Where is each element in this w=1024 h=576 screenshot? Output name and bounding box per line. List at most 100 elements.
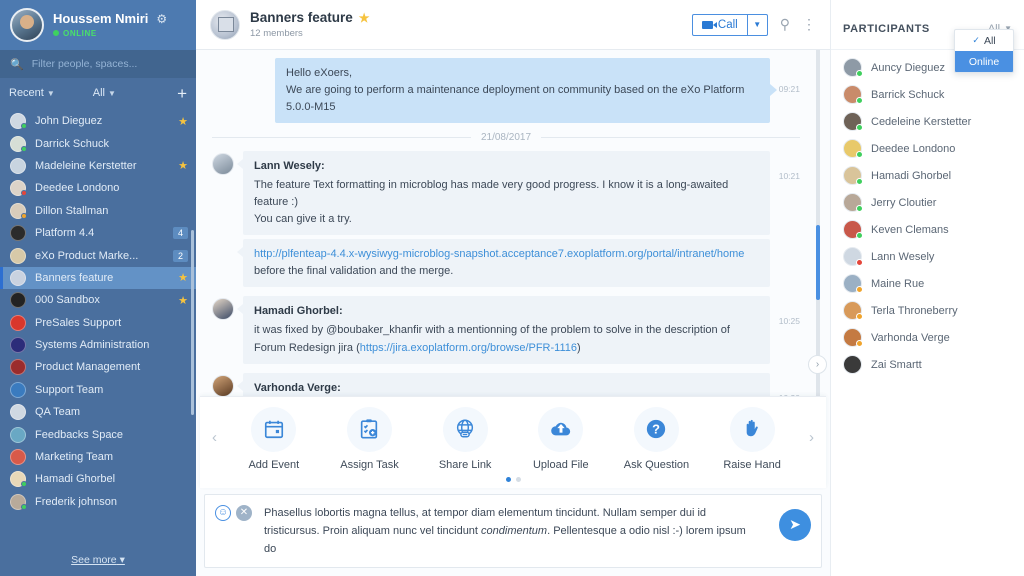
- carousel-prev-button[interactable]: ‹: [212, 429, 217, 446]
- participants-title: PARTICIPANTS: [843, 22, 930, 35]
- see-more-button[interactable]: See more ▾: [0, 548, 196, 576]
- presence-dot-icon: [856, 178, 863, 185]
- sidebar-item-qa-team[interactable]: QA Team: [0, 401, 196, 423]
- message-input[interactable]: Phasellus lobortis magna tellus, at temp…: [264, 504, 811, 558]
- sidebar-item-deedee-londono[interactable]: Deedee Londono: [0, 177, 196, 199]
- action-upload-file[interactable]: Upload File: [515, 406, 607, 471]
- star-icon[interactable]: ★: [178, 159, 188, 172]
- emoji-smiley-icon[interactable]: ☺: [215, 504, 231, 521]
- sidebar-item-support-team[interactable]: Support Team: [0, 379, 196, 401]
- gear-icon[interactable]: ⚙: [156, 12, 167, 27]
- participant-row[interactable]: Varhonda Verge: [831, 324, 1024, 351]
- sidebar-item-frederik-johnson[interactable]: Frederik johnson: [0, 491, 196, 513]
- add-conversation-button[interactable]: +: [177, 85, 187, 102]
- dropdown-option-all[interactable]: ✓ All: [955, 30, 1013, 51]
- action-raise-hand[interactable]: Raise Hand: [706, 406, 798, 471]
- action-share-link[interactable]: Share Link: [419, 406, 511, 471]
- sidebar-item-darrick-schuck[interactable]: Darrick Schuck: [0, 132, 196, 154]
- participant-row[interactable]: Hamadi Ghorbel: [831, 162, 1024, 189]
- sidebar-item-label: Platform 4.4: [35, 227, 95, 240]
- presence-dot-icon: [856, 259, 863, 266]
- avatar: [10, 157, 26, 174]
- carousel-dot[interactable]: [515, 476, 521, 482]
- sidebar-item-platform-4-4[interactable]: Platform 4.4 4: [0, 222, 196, 244]
- message-row: Hamadi Ghorbel: it was fixed by @boubake…: [212, 296, 800, 364]
- call-button-group[interactable]: Call ▼: [691, 13, 768, 36]
- action-label: Share Link: [438, 458, 492, 471]
- carousel-next-button[interactable]: ›: [809, 429, 814, 446]
- avatar: [843, 139, 863, 158]
- avatar: [212, 153, 234, 176]
- message-list[interactable]: Hello eXoers, We are going to perform a …: [196, 50, 830, 396]
- sidebar-item-exo-product-marke[interactable]: eXo Product Marke... 2: [0, 244, 196, 266]
- participant-row[interactable]: Keven Clemans: [831, 216, 1024, 243]
- chat-scrollbar-track[interactable]: [816, 50, 820, 396]
- call-options-caret[interactable]: ▼: [747, 13, 768, 36]
- composer-area: ☺ ✕ Phasellus lobortis magna tellus, at …: [196, 487, 830, 576]
- avatar: [843, 58, 863, 77]
- chevron-right-icon[interactable]: ›: [808, 355, 827, 374]
- action-assign-task[interactable]: Assign Task: [323, 406, 415, 471]
- send-arrow-icon[interactable]: ➤: [779, 508, 811, 541]
- avatar: [843, 247, 863, 266]
- conversation-list[interactable]: John Dieguez ★ Darrick Schuck Madeleine Ker…: [0, 108, 196, 548]
- star-icon[interactable]: ★: [359, 11, 370, 26]
- sidebar-search[interactable]: 🔍: [0, 50, 196, 78]
- member-count: 12 members: [250, 27, 303, 39]
- action-add-event[interactable]: Add Event: [228, 406, 320, 471]
- participants-filter-dropdown[interactable]: ✓ All Online: [954, 29, 1014, 73]
- participant-row[interactable]: Lann Wesely: [831, 243, 1024, 270]
- call-button[interactable]: Call: [691, 13, 748, 36]
- sidebar-item-systems-administration[interactable]: Systems Administration: [0, 334, 196, 356]
- participant-row[interactable]: Barrick Schuck: [831, 81, 1024, 108]
- carousel-dot[interactable]: [505, 476, 511, 482]
- participant-row[interactable]: Jerry Cloutier: [831, 189, 1024, 216]
- sidebar-item-marketing-team[interactable]: Marketing Team: [0, 446, 196, 468]
- sidebar-item-hamadi-ghorbel[interactable]: Hamadi Ghorbel: [0, 468, 196, 490]
- sidebar-item-banners-feature[interactable]: Banners feature ★: [0, 266, 196, 290]
- participant-name: Deedee Londono: [871, 142, 956, 155]
- sidebar-item-label: Madeleine Kerstetter: [35, 159, 137, 172]
- sidebar-item-presales-support[interactable]: PreSales Support: [0, 312, 196, 334]
- participant-row[interactable]: Zai Smartt: [831, 351, 1024, 378]
- participant-row[interactable]: Cedeleine Kerstetter: [831, 108, 1024, 135]
- chevron-down-icon: ▼: [108, 88, 116, 98]
- sidebar-item-dillon-stallman[interactable]: Dillon Stallman: [0, 200, 196, 222]
- participant-row[interactable]: Deedee Londono: [831, 135, 1024, 162]
- clear-x-icon[interactable]: ✕: [236, 504, 252, 521]
- incoming-message-bubble: Lann Wesely: The feature Text formatting…: [237, 151, 770, 236]
- carousel-dots[interactable]: [200, 476, 826, 482]
- participant-row[interactable]: Maine Rue: [831, 270, 1024, 297]
- sidebar-item-product-management[interactable]: Product Management: [0, 356, 196, 378]
- message-author: Lann Wesely:: [254, 160, 325, 173]
- search-input[interactable]: [31, 58, 186, 70]
- sidebar-item-000-sandbox[interactable]: 000 Sandbox ★: [0, 289, 196, 311]
- participants-list[interactable]: Auncy Dieguez Barrick Schuck Cedeleine Ker…: [831, 50, 1024, 576]
- all-filter[interactable]: All ▼: [93, 87, 116, 99]
- presence-dot-icon: [856, 97, 863, 104]
- search-icon[interactable]: ⚲: [780, 16, 790, 33]
- chat-scrollbar-thumb[interactable]: [816, 225, 820, 300]
- star-icon[interactable]: ★: [178, 294, 188, 307]
- sidebar-item-feedbacks-space[interactable]: Feedbacks Space: [0, 423, 196, 445]
- sidebar-user-header[interactable]: Houssem Nmiri ⚙ ONLINE: [0, 0, 196, 50]
- action-label: Upload File: [532, 458, 589, 471]
- participant-name: Lann Wesely: [871, 250, 935, 263]
- kebab-menu-icon[interactable]: ⋮: [802, 16, 816, 33]
- avatar: [843, 193, 863, 212]
- star-icon[interactable]: ★: [178, 271, 188, 284]
- sidebar-item-john-dieguez[interactable]: John Dieguez ★: [0, 110, 196, 132]
- avatar: [843, 220, 863, 239]
- dropdown-option-online[interactable]: Online: [955, 51, 1013, 72]
- sidebar-item-label: John Dieguez: [35, 115, 103, 128]
- sidebar-scrollbar[interactable]: [191, 230, 194, 415]
- avatar: [212, 374, 234, 396]
- participant-row[interactable]: Terla Throneberry: [831, 297, 1024, 324]
- sidebar-item-madeleine-kerstetter[interactable]: Madeleine Kerstetter ★: [0, 155, 196, 177]
- message-link[interactable]: http://plfenteap-4.4.x-wysiwyg-microblog…: [254, 248, 744, 260]
- message-composer[interactable]: ☺ ✕ Phasellus lobortis magna tellus, at …: [204, 493, 822, 568]
- action-ask-question[interactable]: ? Ask Question: [610, 406, 702, 471]
- recent-filter[interactable]: Recent ▼: [9, 87, 55, 99]
- message-link[interactable]: https://jira.exoplatform.org/browse/PFR-…: [360, 342, 577, 354]
- star-icon[interactable]: ★: [178, 115, 188, 128]
